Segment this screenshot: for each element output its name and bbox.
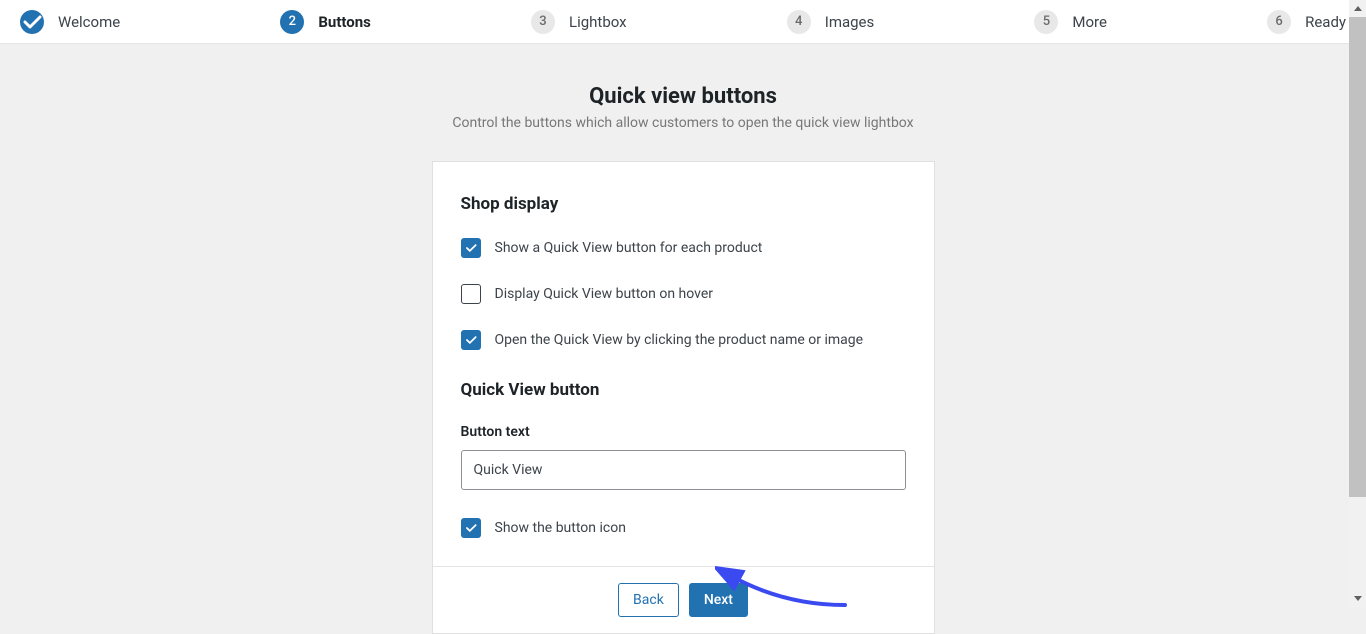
step-label: Welcome <box>58 13 120 31</box>
option-label: Show a Quick View button for each produc… <box>495 240 763 256</box>
page-content: Quick view buttons Control the buttons w… <box>0 44 1366 634</box>
step-number: 5 <box>1034 10 1058 34</box>
step-label: Images <box>825 13 875 31</box>
step-divider <box>383 21 519 22</box>
scrollbar-track[interactable] <box>1349 17 1366 590</box>
check-icon <box>20 10 44 34</box>
option-open-on-click[interactable]: Open the Quick View by clicking the prod… <box>461 330 906 350</box>
vertical-scrollbar[interactable] <box>1349 0 1366 607</box>
scroll-down-icon[interactable] <box>1349 590 1366 607</box>
option-show-icon[interactable]: Show the button icon <box>461 518 906 538</box>
scrollbar-thumb[interactable] <box>1349 17 1366 497</box>
step-images[interactable]: 4 Images <box>787 10 875 34</box>
settings-card: Shop display Show a Quick View button fo… <box>432 161 935 634</box>
step-label: Lightbox <box>569 13 627 31</box>
step-ready[interactable]: 6 Ready <box>1267 10 1346 34</box>
step-lightbox[interactable]: 3 Lightbox <box>531 10 627 34</box>
card-body: Shop display Show a Quick View button fo… <box>433 162 934 566</box>
checkbox-checked-icon <box>461 518 481 538</box>
back-button[interactable]: Back <box>618 583 679 617</box>
next-button[interactable]: Next <box>689 583 748 617</box>
page-title: Quick view buttons <box>0 84 1366 109</box>
option-label: Open the Quick View by clicking the prod… <box>495 332 864 348</box>
step-label: Buttons <box>318 13 371 31</box>
button-text-input[interactable] <box>461 450 906 490</box>
scroll-up-icon[interactable] <box>1349 0 1366 17</box>
step-number: 4 <box>787 10 811 34</box>
step-more[interactable]: 5 More <box>1034 10 1107 34</box>
option-display-on-hover[interactable]: Display Quick View button on hover <box>461 284 906 304</box>
step-label: Ready <box>1305 13 1346 31</box>
section-shop-display-title: Shop display <box>461 194 906 214</box>
checkbox-unchecked-icon <box>461 284 481 304</box>
option-label: Display Quick View button on hover <box>495 286 714 302</box>
button-text-label: Button text <box>461 424 906 440</box>
step-divider <box>639 21 775 22</box>
step-number: 6 <box>1267 10 1291 34</box>
step-number: 2 <box>280 10 304 34</box>
card-footer: Back Next <box>433 566 934 633</box>
page-subtitle: Control the buttons which allow customer… <box>0 115 1366 131</box>
step-divider <box>132 21 268 22</box>
wizard-stepper: Welcome 2 Buttons 3 Lightbox 4 Images 5 … <box>0 0 1366 44</box>
step-number: 3 <box>531 10 555 34</box>
step-welcome[interactable]: Welcome <box>20 10 120 34</box>
step-label: More <box>1072 13 1107 31</box>
checkbox-checked-icon <box>461 330 481 350</box>
option-show-button[interactable]: Show a Quick View button for each produc… <box>461 238 906 258</box>
step-buttons[interactable]: 2 Buttons <box>280 10 371 34</box>
option-label: Show the button icon <box>495 520 626 536</box>
section-quick-view-button-title: Quick View button <box>461 380 906 400</box>
step-divider <box>1119 21 1255 22</box>
checkbox-checked-icon <box>461 238 481 258</box>
step-divider <box>886 21 1022 22</box>
